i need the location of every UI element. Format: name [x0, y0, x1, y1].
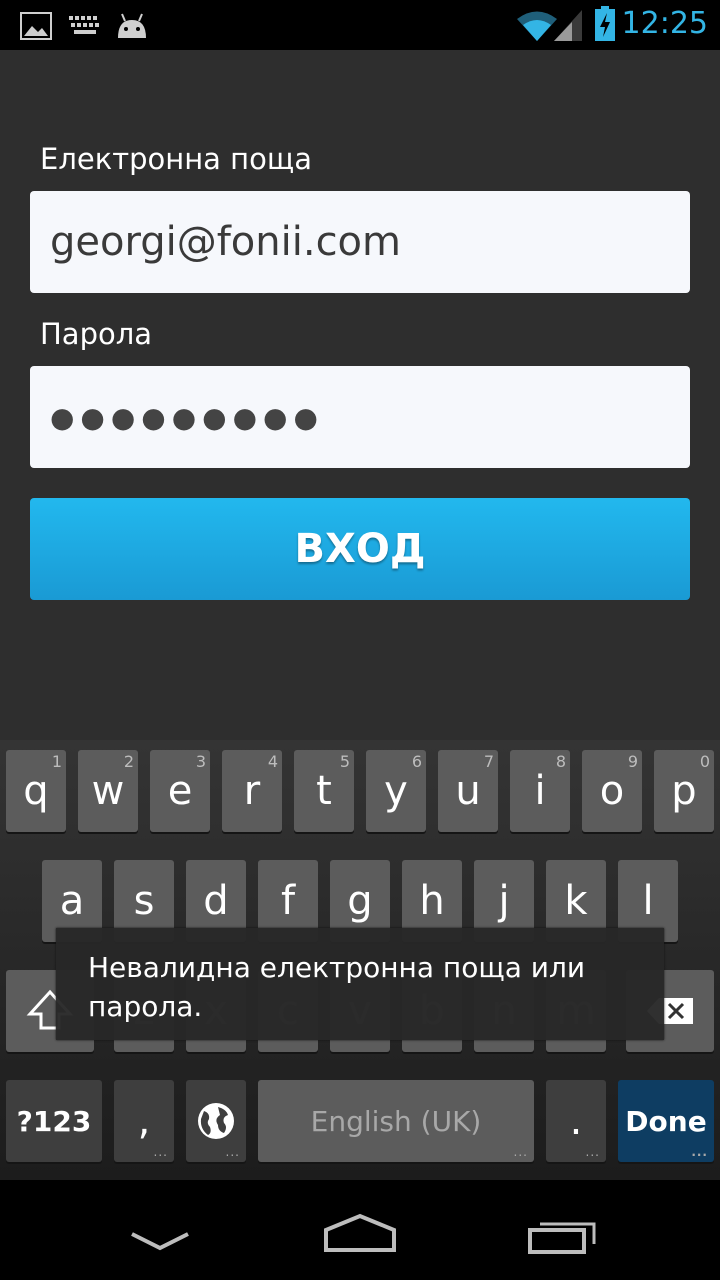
done-key[interactable]: Done ...	[618, 1080, 714, 1162]
android-icon	[118, 13, 146, 38]
key-q[interactable]: q1	[6, 750, 66, 832]
space-key[interactable]: English (UK) ...	[258, 1080, 534, 1162]
email-value: georgi@fonii.com	[50, 219, 401, 265]
key-letter: f	[280, 878, 296, 924]
key-number-hint: 1	[51, 752, 62, 771]
space-key-label: English (UK)	[310, 1104, 482, 1138]
key-letter: p	[671, 768, 697, 814]
long-press-hint: ...	[225, 1145, 240, 1159]
key-number-hint: 3	[195, 752, 206, 771]
login-button[interactable]: ВХОД	[30, 498, 690, 600]
key-e[interactable]: e3	[150, 750, 210, 832]
key-letter: e	[167, 768, 193, 814]
status-bar: 12:25	[0, 0, 720, 50]
key-letter: g	[347, 878, 373, 924]
long-press-hint: ...	[585, 1145, 600, 1159]
comma-key[interactable]: , ...	[114, 1080, 174, 1162]
error-toast: Невалидна електронна поща или парола.	[56, 928, 664, 1040]
key-o[interactable]: o9	[582, 750, 642, 832]
status-time: 12:25	[621, 6, 708, 41]
key-letter: o	[599, 768, 625, 814]
key-letter: h	[419, 878, 445, 924]
key-number-hint: 0	[699, 752, 710, 771]
email-label: Електронна поща	[40, 142, 312, 176]
email-field[interactable]: georgi@fonii.com	[30, 191, 690, 293]
key-letter: r	[243, 768, 261, 814]
password-value: ●●●●●●●●●	[50, 400, 324, 434]
key-letter: a	[59, 878, 85, 924]
key-number-hint: 9	[627, 752, 638, 771]
key-number-hint: 8	[555, 752, 566, 771]
key-p[interactable]: p0	[654, 750, 714, 832]
key-letter: i	[534, 768, 546, 814]
key-letter: y	[384, 768, 408, 814]
long-press-hint: ...	[153, 1145, 168, 1159]
globe-icon	[198, 1103, 234, 1139]
key-t[interactable]: t5	[294, 750, 354, 832]
key-y[interactable]: y6	[366, 750, 426, 832]
key-letter: s	[133, 878, 155, 924]
long-press-hint: ...	[513, 1145, 528, 1159]
key-letter: q	[23, 768, 49, 814]
toast-message: Невалидна електронна поща или парола.	[88, 951, 586, 1023]
battery-charging-icon	[595, 6, 615, 41]
key-u[interactable]: u7	[438, 750, 498, 832]
key-letter: l	[642, 878, 654, 924]
key-number-hint: 6	[411, 752, 422, 771]
key-number-hint: 4	[267, 752, 278, 771]
key-number-hint: 2	[123, 752, 134, 771]
navigation-bar	[0, 1180, 720, 1280]
key-number-hint: 7	[483, 752, 494, 771]
long-press-hint: ...	[691, 1145, 708, 1159]
key-i[interactable]: i8	[510, 750, 570, 832]
image-notification-icon	[20, 12, 52, 40]
password-field[interactable]: ●●●●●●●●●	[30, 366, 690, 468]
key-letter: j	[498, 878, 510, 924]
symbols-key-label: ?123	[16, 1104, 92, 1138]
key-r[interactable]: r4	[222, 750, 282, 832]
key-letter: d	[203, 878, 229, 924]
key-letter: k	[564, 878, 588, 924]
back-icon[interactable]	[128, 1230, 192, 1254]
key-letter: t	[316, 768, 332, 814]
key-number-hint: 5	[339, 752, 350, 771]
signal-icon	[554, 10, 582, 41]
done-key-label: Done	[625, 1104, 707, 1138]
language-key[interactable]: ...	[186, 1080, 246, 1162]
key-w[interactable]: w2	[78, 750, 138, 832]
password-label: Парола	[40, 317, 153, 351]
keyboard-icon	[69, 16, 99, 34]
recent-apps-icon[interactable]	[526, 1216, 598, 1254]
home-icon[interactable]	[322, 1212, 398, 1252]
comma-key-label: ,	[137, 1098, 151, 1144]
key-letter: w	[91, 768, 125, 814]
key-letter: u	[455, 768, 481, 814]
symbols-key[interactable]: ?123	[6, 1080, 102, 1162]
period-key-label: .	[569, 1098, 583, 1144]
period-key[interactable]: . ...	[546, 1080, 606, 1162]
